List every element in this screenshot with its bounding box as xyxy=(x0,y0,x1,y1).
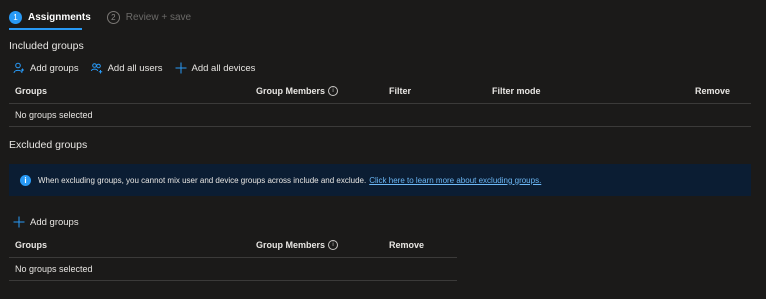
column-label: Group Members xyxy=(256,86,326,96)
plus-icon xyxy=(13,216,25,228)
column-header-remove[interactable]: Remove xyxy=(695,86,730,96)
info-icon[interactable]: i xyxy=(328,86,339,96)
included-groups-title: Included groups xyxy=(9,40,84,52)
add-groups-label: Add groups xyxy=(30,62,79,74)
add-all-users-label: Add all users xyxy=(107,62,163,74)
step-number-2: 2 xyxy=(106,11,120,24)
column-header-filter-mode[interactable]: Filter mode xyxy=(492,86,541,96)
step-label-review-save: Review + save xyxy=(125,12,192,23)
table-header: Groups Group Members i Remove xyxy=(9,235,457,258)
column-header-remove[interactable]: Remove xyxy=(389,240,424,250)
column-label: Remove xyxy=(695,86,731,96)
included-groups-table: Groups Group Members i Filter Filter mod… xyxy=(9,81,751,127)
active-step-underline xyxy=(9,28,82,30)
column-label: Filter xyxy=(389,86,412,96)
step-review-save[interactable]: 2 Review + save xyxy=(106,11,192,24)
column-header-groups[interactable]: Groups xyxy=(15,240,47,250)
table-row: No groups selected xyxy=(9,104,751,127)
table-header: Groups Group Members i Filter Filter mod… xyxy=(9,81,751,104)
add-groups-label: Add groups xyxy=(30,216,79,228)
excluded-command-bar: Add groups xyxy=(13,216,91,228)
column-label: Remove xyxy=(389,240,425,250)
wizard-steps: 1 Assignments 2 Review + save xyxy=(9,11,192,30)
step-label-assignments: Assignments xyxy=(28,12,91,23)
info-banner: i When excluding groups, you cannot mix … xyxy=(9,164,751,196)
add-excluded-groups-button[interactable]: Add groups xyxy=(13,216,79,228)
excluded-groups-table: Groups Group Members i Remove No groups … xyxy=(9,235,457,281)
table-row: No groups selected xyxy=(9,258,457,281)
column-header-groups[interactable]: Groups xyxy=(15,86,47,96)
add-all-devices-label: Add all devices xyxy=(191,62,256,74)
plus-icon xyxy=(175,62,187,74)
learn-more-link[interactable]: Click here to learn more about excluding… xyxy=(369,176,541,185)
assignments-page: 1 Assignments 2 Review + save Included g… xyxy=(0,0,766,299)
empty-state-text: No groups selected xyxy=(15,264,93,274)
column-label: Groups xyxy=(15,240,48,250)
column-label: Group Members xyxy=(256,240,326,250)
column-header-group-members[interactable]: Group Members i xyxy=(256,86,339,96)
empty-state-text: No groups selected xyxy=(15,110,93,120)
step-assignments[interactable]: 1 Assignments xyxy=(9,11,91,30)
info-icon[interactable]: i xyxy=(328,240,339,250)
banner-message: When excluding groups, you cannot mix us… xyxy=(38,175,367,185)
column-header-group-members[interactable]: Group Members i xyxy=(256,240,339,250)
step-number-1: 1 xyxy=(9,11,22,24)
person-add-icon xyxy=(13,62,25,74)
column-header-filter[interactable]: Filter xyxy=(389,86,411,96)
add-groups-button[interactable]: Add groups xyxy=(13,62,79,74)
add-all-users-button[interactable]: Add all users xyxy=(90,62,163,74)
add-all-devices-button[interactable]: Add all devices xyxy=(175,62,256,74)
included-command-bar: Add groups Add all users Add all devices xyxy=(13,62,267,74)
column-label: Filter mode xyxy=(492,86,541,96)
people-add-icon xyxy=(90,62,103,74)
info-icon: i xyxy=(20,174,31,186)
excluded-groups-title: Excluded groups xyxy=(9,139,88,151)
column-label: Groups xyxy=(15,86,48,96)
